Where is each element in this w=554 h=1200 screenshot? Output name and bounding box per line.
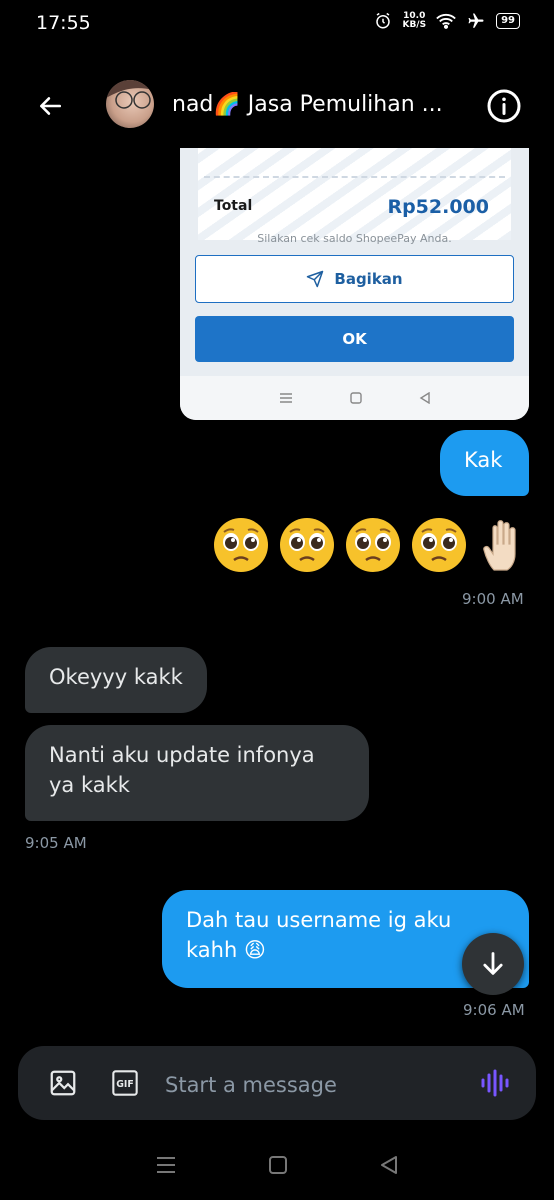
arrow-down-icon — [483, 952, 503, 975]
info-icon — [487, 89, 521, 123]
emoji-message[interactable] — [212, 516, 534, 574]
message-text: Okeyyy kakk — [49, 665, 183, 689]
message-timestamp: 9:05 AM — [25, 834, 87, 852]
back-button[interactable] — [30, 86, 70, 126]
airplane-icon — [468, 13, 484, 28]
message-text: Dah tau username ig aku kahh 😩 — [186, 908, 452, 962]
receipt-card: Total Rp52.000 Silakan cek saldo ShopeeP… — [198, 148, 511, 245]
gif-button[interactable]: GIF — [111, 1069, 139, 1097]
message-bubble-received[interactable]: Okeyyy kakk — [25, 647, 207, 713]
gif-icon: GIF — [112, 1070, 138, 1096]
pleading-face-emoji — [346, 518, 400, 572]
message-timestamp: 9:00 AM — [462, 590, 524, 608]
message-text: Kak — [464, 448, 503, 472]
wifi-icon — [436, 14, 456, 29]
system-nav-bar — [0, 1140, 554, 1190]
send-icon — [307, 270, 324, 288]
screenshot-nav-bar — [180, 376, 529, 420]
back-triangle-icon — [419, 392, 430, 404]
total-label: Total — [214, 198, 253, 214]
voice-wave-icon — [481, 1069, 509, 1097]
pleading-face-emoji — [280, 518, 334, 572]
raised-hand-emoji — [483, 520, 516, 571]
shared-screenshot[interactable]: Total Rp52.000 Silakan cek saldo ShopeeP… — [180, 148, 529, 420]
receipt-note: Silakan cek saldo ShopeePay Anda. — [257, 232, 452, 245]
info-button[interactable] — [486, 88, 522, 124]
avatar[interactable] — [106, 80, 154, 128]
message-bubble-sent[interactable]: Kak — [440, 430, 529, 496]
alarm-icon — [376, 12, 391, 29]
back-triangle-icon[interactable] — [379, 1155, 399, 1175]
ok-button: OK — [195, 316, 514, 362]
svg-text:GIF: GIF — [116, 1079, 134, 1090]
message-composer: GIF — [18, 1046, 536, 1120]
status-time: 17:55 — [36, 12, 91, 34]
voice-message-button[interactable] — [480, 1068, 512, 1098]
message-input[interactable] — [163, 1064, 467, 1106]
recent-apps-icon[interactable] — [155, 1155, 177, 1175]
net-speed: 10.0 KB/S — [402, 11, 427, 30]
battery-indicator: 99 — [496, 13, 520, 29]
home-icon[interactable] — [268, 1155, 288, 1175]
share-label: Bagikan — [334, 270, 403, 288]
message-bubble-received[interactable]: Nanti aku update infonya ya kakk — [25, 725, 369, 821]
status-icons: 10.0 KB/S 99 — [374, 12, 520, 30]
arrow-left-icon — [40, 97, 62, 115]
pleading-face-emoji — [412, 518, 466, 572]
message-timestamp: 9:06 AM — [463, 1001, 525, 1019]
message-text: Nanti aku update infonya ya kakk — [49, 743, 315, 797]
home-icon — [349, 392, 362, 404]
scroll-to-bottom-button[interactable] — [462, 933, 524, 995]
total-value: Rp52.000 — [387, 196, 489, 218]
image-icon — [50, 1070, 76, 1096]
menu-icon — [279, 393, 292, 403]
pleading-face-emoji — [214, 518, 268, 572]
share-button: Bagikan — [195, 255, 514, 303]
media-button[interactable] — [48, 1068, 78, 1098]
chat-title[interactable]: nad🌈 Jasa Pemulihan ... — [172, 92, 472, 117]
